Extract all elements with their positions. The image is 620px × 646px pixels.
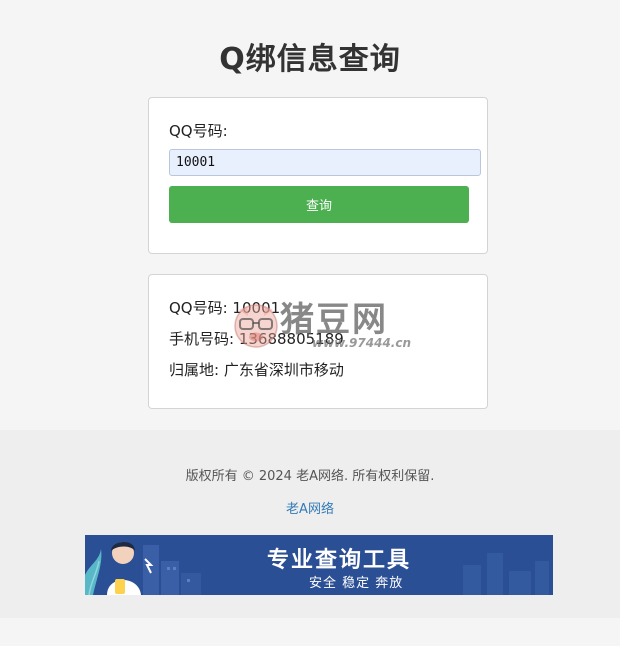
query-form-card: QQ号码: 查询 [148,97,488,254]
banner-skyline-icon [463,553,549,595]
footer: 版权所有 © 2024 老A网络. 所有权利保留. 老A网络 专业查询工具 安全… [0,430,620,618]
qq-input[interactable] [169,149,481,176]
result-phone: 手机号码: 13688805189 [169,330,344,348]
qq-label: QQ号码: [169,122,228,140]
promo-banner[interactable]: 专业查询工具 安全 稳定 奔放 [85,535,553,595]
copyright-text: 版权所有 © 2024 老A网络. 所有权利保留. [185,469,435,484]
banner-subtitle: 安全 稳定 奔放 [309,576,404,591]
footer-link[interactable]: 老A网络 [0,498,620,517]
result-qq: QQ号码: 10001 [169,299,281,317]
result-card: QQ号码: 10001 手机号码: 13688805189 归属地: 广东省深圳… [148,274,488,409]
banner-title: 专业查询工具 [267,548,412,573]
query-button[interactable]: 查询 [169,186,469,223]
page-title: Q绑信息查询 [219,42,401,77]
result-location: 归属地: 广东省深圳市移动 [169,361,344,379]
banner-illustration-icon [85,541,201,595]
page: Q绑信息查询 QQ号码: 查询 QQ号码: 10001 手机号码: 136888… [0,0,620,646]
